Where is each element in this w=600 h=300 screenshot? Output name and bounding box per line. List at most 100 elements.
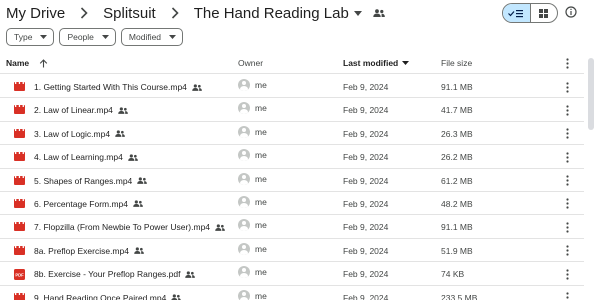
modified-date: Feb 9, 2024 (343, 105, 389, 116)
file-name-cell[interactable]: 8a. Preflop Exercise.mp4 (34, 246, 144, 256)
video-icon (14, 82, 25, 91)
filter-chips: Type People Modified (6, 28, 184, 46)
avatar (238, 266, 250, 279)
view-toggle (502, 3, 558, 23)
more-vert-icon[interactable] (562, 80, 572, 94)
modified-date: Feb 9, 2024 (343, 82, 389, 92)
file-list: 1. Getting Started With This Course.mp4 m… (0, 75, 584, 300)
owner-name: me (255, 126, 267, 137)
scrollbar[interactable] (587, 52, 595, 300)
video-icon (14, 105, 25, 115)
file-name: 1. Getting Started With This Course.mp4 (34, 82, 187, 92)
avatar (238, 125, 250, 138)
more-vert-icon[interactable] (562, 267, 572, 281)
caret-down-icon (169, 34, 177, 40)
breadcrumb-current-folder[interactable]: The Hand Reading Lab (194, 5, 363, 22)
file-row[interactable]: 2. Law of Linear.mp4 me Feb 9, 2024 41.7 MB (0, 98, 584, 122)
owner-name: me (255, 290, 267, 300)
file-size: 48.2 MB (441, 198, 473, 209)
type-filter-chip[interactable]: Type (6, 28, 55, 46)
avatar (238, 195, 250, 208)
chip-label: Modified (128, 32, 162, 42)
grid-view-icon (539, 8, 549, 18)
owner-name: me (255, 150, 267, 161)
file-name-cell[interactable]: 2. Law of Linear.mp4 (34, 105, 128, 115)
file-row[interactable]: 7. Flopzilla (From Newbie To Power User)… (0, 215, 584, 239)
file-name-cell[interactable]: 9. Hand Reading Once Paired.mp4 (34, 292, 182, 300)
more-vert-icon[interactable] (562, 220, 572, 234)
owner-name: me (255, 267, 267, 278)
current-folder-title: The Hand Reading Lab (193, 4, 349, 22)
owner-name: me (255, 103, 267, 114)
more-vert-icon[interactable] (562, 56, 572, 70)
info-icon[interactable] (564, 5, 578, 19)
modified-filter-chip[interactable]: Modified (120, 28, 184, 46)
file-size: 91.1 MB (441, 222, 473, 233)
more-vert-icon[interactable] (562, 103, 572, 117)
modified-date: Feb 9, 2024 (343, 222, 389, 233)
modified-date: Feb 9, 2024 (343, 245, 389, 256)
pdf-icon: PDF (14, 269, 25, 281)
last-modified-column-header[interactable]: Last modified (343, 58, 410, 68)
file-name-cell[interactable]: 6. Percentage Form.mp4 (34, 199, 143, 209)
file-row[interactable]: 6. Percentage Form.mp4 me Feb 9, 2024 48.2 … (0, 192, 584, 216)
file-name: 5. Shapes of Ranges.mp4 (34, 175, 133, 186)
file-row[interactable]: 8a. Preflop Exercise.mp4 me Feb 9, 2024 51.… (0, 239, 584, 263)
file-name-cell[interactable]: 3. Law of Logic.mp4 (34, 129, 125, 139)
people-icon (137, 177, 148, 184)
file-name-cell[interactable]: 7. Flopzilla (From Newbie To Power User)… (34, 222, 225, 232)
file-row[interactable]: PDF 8b. Exercise - Your Preflop Ranges.pd… (0, 262, 584, 286)
file-name: 4. Law of Learning.mp4 (34, 152, 123, 163)
owner-name: me (255, 80, 267, 90)
more-vert-icon[interactable] (562, 197, 572, 211)
file-name-cell[interactable]: 1. Getting Started With This Course.mp4 (34, 82, 202, 92)
people-icon (133, 200, 143, 208)
video-file-icon (14, 82, 25, 91)
scroll-thumb[interactable] (588, 58, 594, 130)
owner-cell: me (238, 242, 267, 255)
name-column-header[interactable]: Name (6, 58, 48, 68)
breadcrumb-splitsuit[interactable]: Splitsuit (103, 5, 156, 22)
owner-cell: me (238, 172, 267, 185)
file-name: 8a. Preflop Exercise.mp4 (34, 245, 129, 256)
modified-date: Feb 9, 2024 (343, 175, 389, 186)
file-name-cell[interactable]: 8b. Exercise - Your Preflop Ranges.pdf (34, 269, 196, 279)
more-vert-icon[interactable] (562, 244, 572, 258)
file-row[interactable]: 9. Hand Reading Once Paired.mp4 me Feb 9, … (0, 286, 584, 300)
video-icon (14, 152, 25, 162)
people-filter-chip[interactable]: People (59, 28, 116, 46)
owner-cell: me (238, 102, 267, 115)
file-row[interactable]: 4. Law of Learning.mp4 me Feb 9, 2024 26.2 … (0, 145, 584, 169)
file-row[interactable]: 3. Law of Logic.mp4 me Feb 9, 2024 26.3 MB (0, 122, 584, 146)
more-vert-icon[interactable] (562, 150, 572, 164)
more-vert-icon[interactable] (562, 174, 572, 188)
people-icon (118, 107, 128, 114)
video-file-icon (14, 128, 25, 138)
owner-cell: me (238, 79, 267, 91)
video-file-icon (14, 175, 25, 185)
people-icon (128, 154, 138, 161)
file-name: 9. Hand Reading Once Paired.mp4 (34, 292, 167, 300)
avatar (238, 172, 250, 185)
video-icon (14, 292, 25, 300)
people-icon (185, 271, 196, 278)
file-size-column-header[interactable]: File size (441, 58, 472, 68)
file-name-cell[interactable]: 4. Law of Learning.mp4 (34, 152, 138, 162)
caret-down-icon (40, 34, 48, 40)
people-icon (215, 224, 225, 231)
last-modified-column-label: Last modified (343, 58, 399, 68)
grid-view-button[interactable] (529, 4, 557, 22)
avatar (238, 289, 250, 300)
more-vert-icon[interactable] (562, 291, 572, 300)
owner-name: me (255, 220, 267, 231)
more-vert-icon[interactable] (562, 127, 572, 141)
file-row[interactable]: 1. Getting Started With This Course.mp4 m… (0, 75, 584, 99)
file-row[interactable]: 5. Shapes of Ranges.mp4 me Feb 9, 2024 61.2… (0, 169, 584, 192)
owner-column-header[interactable]: Owner (238, 58, 263, 68)
file-size: 61.2 MB (441, 175, 473, 186)
breadcrumb-my-drive[interactable]: My Drive (6, 5, 65, 22)
file-name-cell[interactable]: 5. Shapes of Ranges.mp4 (34, 175, 148, 186)
chip-label: Type (14, 32, 33, 42)
file-size-column-label: File size (441, 58, 473, 68)
list-view-button[interactable] (503, 4, 530, 22)
